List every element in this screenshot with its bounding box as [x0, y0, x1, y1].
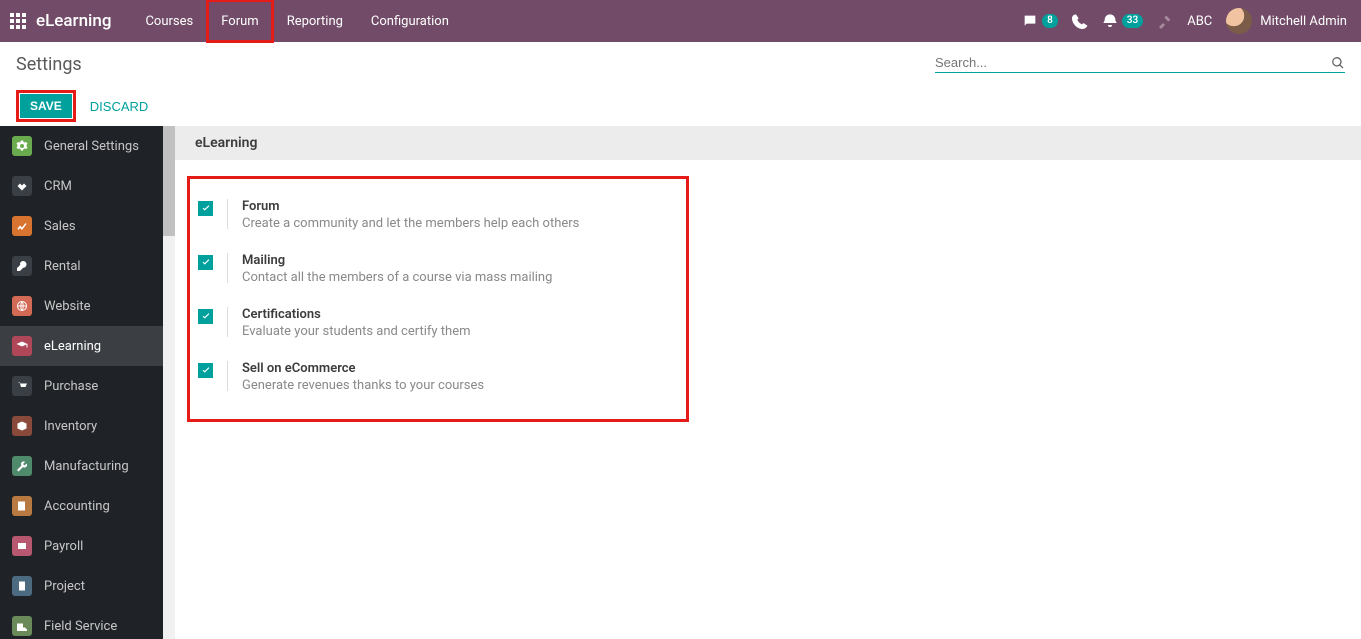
sidebar-item-payroll[interactable]: Payroll	[0, 526, 175, 566]
wrench-icon	[12, 456, 32, 476]
section-header: eLearning	[175, 126, 1361, 160]
top-navbar: eLearning Courses Forum Reporting Config…	[0, 0, 1361, 42]
checkbox-sell-ecommerce[interactable]	[198, 363, 213, 378]
sidebar-item-website[interactable]: Website	[0, 286, 175, 326]
messages-icon[interactable]: 8	[1022, 13, 1058, 29]
search-input[interactable]	[935, 55, 1331, 70]
main-area: General Settings CRM Sales Rental Websit…	[0, 126, 1361, 639]
option-forum: Forum Create a community and let the mem…	[198, 189, 672, 243]
checkbox-forum[interactable]	[198, 201, 213, 216]
sidebar-item-label: Inventory	[44, 419, 97, 434]
nav-item-courses[interactable]: Courses	[131, 0, 207, 42]
sidebar-item-label: Manufacturing	[44, 459, 129, 474]
sidebar-item-general-settings[interactable]: General Settings	[0, 126, 175, 166]
sidebar-item-label: Rental	[44, 259, 81, 274]
tools-icon[interactable]	[1157, 13, 1173, 29]
messages-badge: 8	[1042, 14, 1058, 28]
checkbox-certifications[interactable]	[198, 309, 213, 324]
cart-icon	[12, 376, 32, 396]
settings-sidebar: General Settings CRM Sales Rental Websit…	[0, 126, 175, 639]
nav-item-configuration[interactable]: Configuration	[357, 0, 463, 42]
sidebar-item-field-service[interactable]: Field Service	[0, 606, 175, 639]
option-desc: Generate revenues thanks to your courses	[242, 378, 484, 393]
key-icon	[12, 256, 32, 276]
sidebar-item-accounting[interactable]: Accounting	[0, 486, 175, 526]
globe-icon	[12, 296, 32, 316]
clipboard-icon	[12, 576, 32, 596]
option-desc: Evaluate your students and certify them	[242, 324, 471, 339]
page-title: Settings	[16, 54, 82, 75]
activities-icon[interactable]: 33	[1102, 13, 1143, 29]
nav-item-reporting[interactable]: Reporting	[273, 0, 357, 42]
book-icon	[12, 496, 32, 516]
sidebar-item-label: Field Service	[44, 619, 117, 634]
sidebar-item-label: General Settings	[44, 139, 139, 154]
gear-icon	[12, 136, 32, 156]
option-mailing: Mailing Contact all the members of a cou…	[198, 243, 672, 297]
box-icon	[12, 416, 32, 436]
navbar-right: 8 33 ABC Mitchell Admin	[1022, 8, 1351, 34]
sidebar-item-label: Accounting	[44, 499, 110, 514]
sidebar-item-label: Website	[44, 299, 91, 314]
sidebar-item-label: eLearning	[44, 339, 101, 354]
truck-icon	[12, 616, 32, 636]
divider	[227, 307, 228, 337]
divider	[227, 361, 228, 391]
control-bar: Settings	[0, 42, 1361, 86]
sidebar-item-label: Sales	[44, 219, 76, 234]
option-desc: Contact all the members of a course via …	[242, 270, 552, 285]
sidebar-item-manufacturing[interactable]: Manufacturing	[0, 446, 175, 486]
chart-icon	[12, 216, 32, 236]
option-title: Certifications	[242, 307, 471, 322]
sidebar-scrollbar-thumb[interactable]	[163, 126, 175, 236]
option-title: Mailing	[242, 253, 552, 268]
graduation-icon	[12, 336, 32, 356]
sidebar-item-label: CRM	[44, 179, 72, 194]
sidebar-item-label: Payroll	[44, 539, 83, 554]
search-box[interactable]	[935, 55, 1345, 73]
sidebar-item-crm[interactable]: CRM	[0, 166, 175, 206]
sidebar-item-elearning[interactable]: eLearning	[0, 326, 175, 366]
sidebar-item-project[interactable]: Project	[0, 566, 175, 606]
nav-item-forum[interactable]: Forum	[207, 0, 272, 42]
activities-badge: 33	[1122, 14, 1143, 28]
sidebar-scrollbar-track[interactable]	[163, 126, 175, 639]
sidebar-item-inventory[interactable]: Inventory	[0, 406, 175, 446]
options-highlight-box: Forum Create a community and let the mem…	[187, 176, 689, 422]
user-menu[interactable]: Mitchell Admin	[1226, 8, 1347, 34]
sidebar-item-purchase[interactable]: Purchase	[0, 366, 175, 406]
option-sell-ecommerce: Sell on eCommerce Generate revenues than…	[198, 351, 672, 405]
sidebar-item-sales[interactable]: Sales	[0, 206, 175, 246]
apps-icon[interactable]	[0, 13, 36, 29]
save-button[interactable]: SAVE	[20, 94, 72, 118]
app-title[interactable]: eLearning	[36, 11, 111, 31]
action-bar: SAVE DISCARD	[0, 86, 1361, 126]
sidebar-item-label: Project	[44, 579, 85, 594]
nav-menu: Courses Forum Reporting Configuration	[131, 0, 462, 42]
option-desc: Create a community and let the members h…	[242, 216, 579, 231]
divider	[227, 253, 228, 283]
sidebar-item-label: Purchase	[44, 379, 98, 394]
phone-icon[interactable]	[1072, 13, 1088, 29]
save-highlight-box: SAVE	[16, 90, 76, 122]
user-name: Mitchell Admin	[1260, 14, 1347, 29]
checkbox-mailing[interactable]	[198, 255, 213, 270]
settings-content: eLearning Forum Create a community and l…	[175, 126, 1361, 639]
company-selector[interactable]: ABC	[1187, 14, 1212, 29]
handshake-icon	[12, 176, 32, 196]
sidebar-item-rental[interactable]: Rental	[0, 246, 175, 286]
money-icon	[12, 536, 32, 556]
avatar	[1226, 8, 1252, 34]
option-title: Sell on eCommerce	[242, 361, 484, 376]
option-title: Forum	[242, 199, 579, 214]
option-certifications: Certifications Evaluate your students an…	[198, 297, 672, 351]
search-icon[interactable]	[1331, 56, 1345, 70]
divider	[227, 199, 228, 229]
discard-button[interactable]: DISCARD	[90, 99, 149, 114]
